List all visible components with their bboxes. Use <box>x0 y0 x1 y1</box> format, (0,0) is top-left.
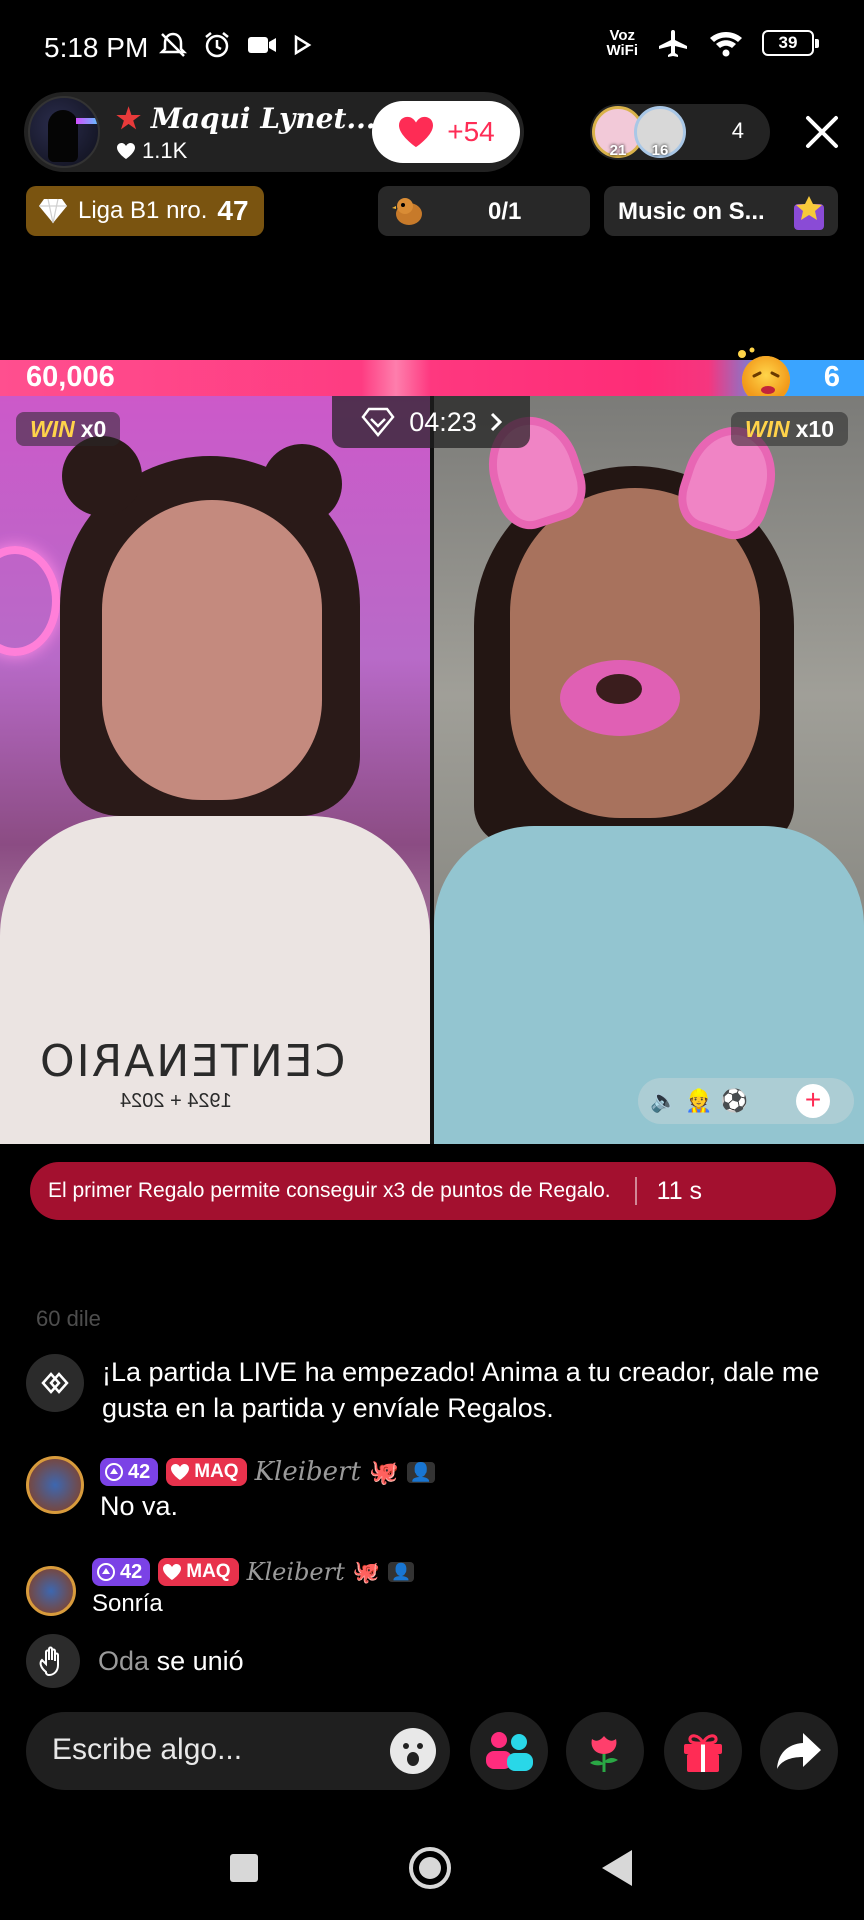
league-chip[interactable]: Liga B1 nro. 47 <box>26 186 264 236</box>
neon-sign <box>0 546 60 656</box>
chat-username[interactable]: Kleibert <box>255 1457 361 1487</box>
status-icons-right: Voz WiFi 39 <box>606 27 819 59</box>
diamond-icon <box>39 198 67 224</box>
crown-diamond-icon <box>361 407 395 437</box>
heart-icon <box>117 143 135 159</box>
system-message: ¡La partida LIVE ha empezado! Anima a tu… <box>26 1354 852 1426</box>
system-message-text: ¡La partida LIVE ha empezado! Anima a tu… <box>102 1357 820 1423</box>
join-text: se unió <box>156 1646 244 1676</box>
share-arrow-icon <box>777 1733 821 1769</box>
gift-bonus-banner: El primer Regalo permite conseguir x3 de… <box>30 1162 836 1220</box>
quest-chip[interactable]: 0/1 <box>378 186 590 236</box>
viewer-count: 4 <box>731 118 744 143</box>
user-avatar[interactable] <box>26 1456 84 1514</box>
like-button[interactable]: +54 <box>372 101 520 163</box>
person-icon: 👷 <box>685 1088 713 1113</box>
host-likes: 1.1K <box>116 138 187 164</box>
music-chip[interactable]: Music on S... <box>604 186 838 236</box>
join-username[interactable]: Oda <box>98 1646 149 1676</box>
right-camera-feed[interactable] <box>434 396 864 1144</box>
level-badge: 42 <box>92 1558 151 1586</box>
bird-icon <box>392 198 422 225</box>
faded-chat-line: 60 dile <box>36 1306 101 1331</box>
chevron-right-icon <box>490 412 502 432</box>
banner-text: El primer Regalo permite conseguir x3 de… <box>48 1179 611 1202</box>
like-count: +54 <box>447 116 495 147</box>
chat-feed[interactable]: 60 dile ¡La partida LIVE ha empezado! An… <box>0 1300 864 1700</box>
comment-input[interactable] <box>52 1730 382 1770</box>
join-message: Oda se unió <box>26 1634 244 1688</box>
battle-icon <box>26 1354 84 1412</box>
quest-progress: 0/1 <box>488 198 522 225</box>
left-camera-feed[interactable]: CENTENARIO 1924 + 2024 <box>0 396 430 1144</box>
airplane-icon <box>659 30 687 57</box>
mute-speaker-icon: 🔈 <box>650 1088 678 1113</box>
rose-gift-button[interactable] <box>566 1712 644 1790</box>
live-battle: 60,006 6 CENTENARIO 1924 + 2024 WIN x0 W… <box>0 347 864 1144</box>
wifi-icon <box>710 32 742 57</box>
host-avatar[interactable] <box>28 96 100 168</box>
status-icons-left <box>158 30 312 60</box>
host-name[interactable]: ★ Maqui Lynet... <box>116 102 376 135</box>
score-left: 60,006 <box>26 361 115 393</box>
system-nav-bar <box>0 1820 864 1920</box>
heart-badge-icon <box>171 1464 190 1480</box>
shirt-text: CENTENARIO <box>38 1036 346 1087</box>
octopus-icon: 🐙 <box>368 1458 399 1486</box>
video-icon <box>248 37 276 53</box>
level-icon <box>97 1563 115 1581</box>
comment-box[interactable] <box>26 1712 450 1790</box>
chat-message-text: No va. <box>100 1491 179 1521</box>
gift-button[interactable] <box>664 1712 742 1790</box>
status-time: 5:18 PM <box>44 32 149 63</box>
alarm-icon <box>205 32 229 58</box>
close-icon[interactable] <box>800 110 844 154</box>
home-icon[interactable] <box>408 1846 452 1890</box>
chat-message-text: Sonría <box>92 1590 163 1617</box>
chat-message[interactable]: 42 MAQ Kleibert 🐙 👤 No va. <box>26 1456 436 1524</box>
recents-icon[interactable] <box>228 1852 260 1884</box>
superhero-icon: ★ <box>116 102 142 135</box>
viewer-avatar[interactable]: 16 <box>634 106 686 159</box>
heart-icon <box>399 116 434 148</box>
score-right: 6 <box>823 361 840 393</box>
wave-hand-icon <box>26 1634 80 1688</box>
octopus-icon: 🐙 <box>352 1559 381 1584</box>
battle-timer[interactable]: 04:23 <box>332 396 530 448</box>
people-icon <box>486 1732 533 1771</box>
gift-icon <box>684 1734 722 1772</box>
voz-wifi-label: Voz WiFi <box>606 27 638 59</box>
status-bar: 5:18 PM Voz WiFi 39 <box>0 0 864 96</box>
music-gift-icon <box>794 196 824 230</box>
win-streak-left: WIN x0 <box>16 412 121 446</box>
chat-username[interactable]: Kleibert <box>247 1558 345 1586</box>
viewer-list[interactable]: 21 16 4 <box>590 104 770 160</box>
mute-icon <box>158 32 188 57</box>
shirt-subtext: 1924 + 2024 <box>120 1090 232 1112</box>
emoji-face-icon[interactable] <box>390 1728 436 1774</box>
soccer-ball-icon: ⚽ <box>720 1088 749 1113</box>
dog-nose-filter <box>560 660 680 736</box>
chat-message[interactable]: 42 MAQ Kleibert 🐙 👤 Sonría <box>26 1556 415 1620</box>
level-badge: 42 <box>100 1458 159 1486</box>
fan-club-badge: MAQ <box>158 1558 239 1586</box>
back-icon[interactable] <box>600 1848 634 1888</box>
battery-icon: 39 <box>762 30 819 56</box>
moderator-icon: 👤 <box>406 1461 436 1483</box>
share-button[interactable] <box>760 1712 838 1790</box>
play-icon <box>294 34 312 56</box>
heart-badge-icon <box>163 1564 182 1580</box>
banner-countdown: 11 s <box>656 1176 703 1205</box>
win-streak-right: WIN x10 <box>730 412 848 446</box>
user-avatar[interactable] <box>26 1566 76 1616</box>
add-button[interactable]: + <box>796 1084 830 1118</box>
rose-icon <box>590 1736 618 1772</box>
moderator-icon: 👤 <box>388 1562 415 1582</box>
level-icon <box>105 1463 123 1481</box>
fan-club-badge: MAQ <box>166 1458 247 1486</box>
multi-guest-button[interactable] <box>470 1712 548 1790</box>
